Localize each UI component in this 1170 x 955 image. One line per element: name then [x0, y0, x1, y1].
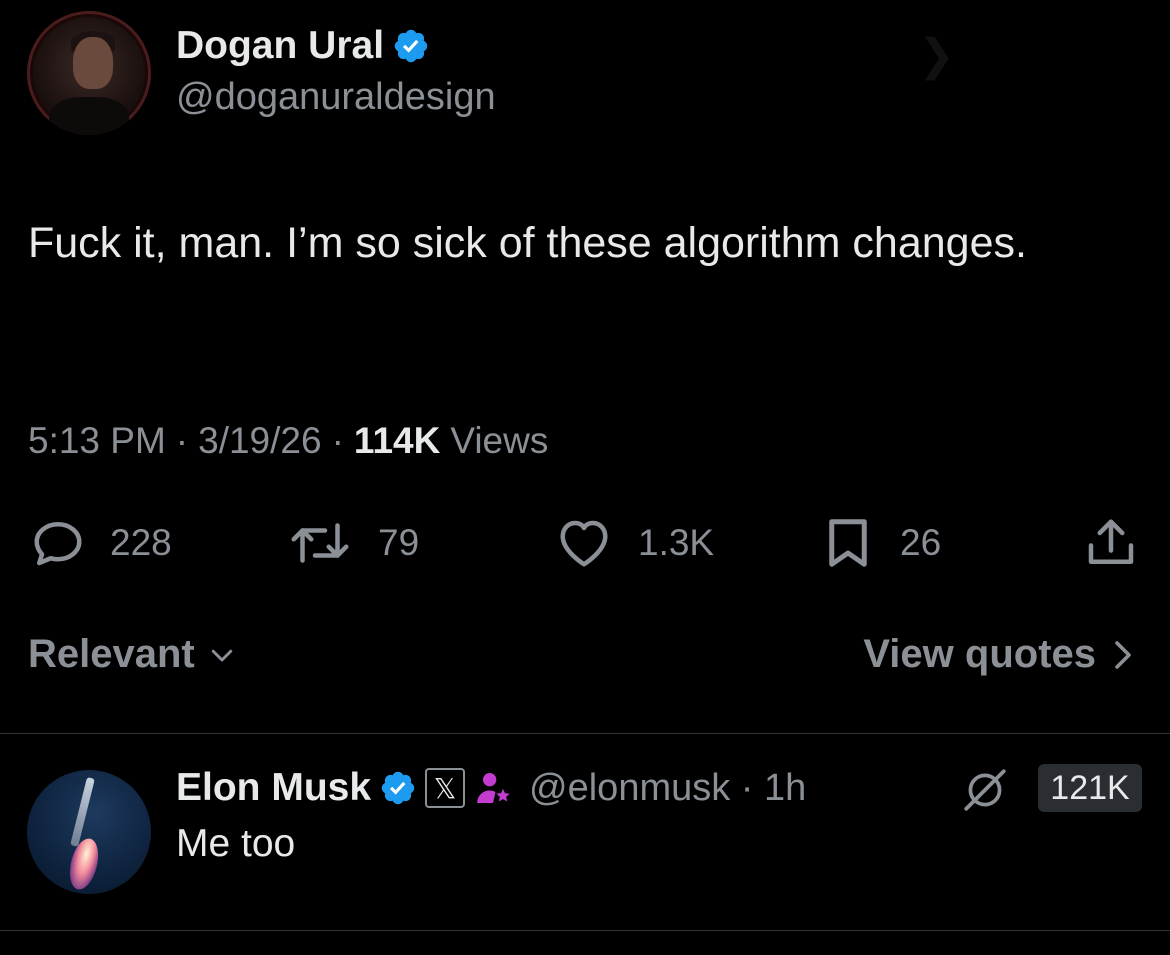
reply-author-name[interactable]: Elon Musk — [176, 766, 371, 810]
tweet-date: 3/19/26 — [198, 420, 322, 461]
bookmark-icon — [829, 519, 867, 567]
author-name[interactable]: Dogan Ural — [176, 24, 384, 68]
author-name-row[interactable]: Dogan Ural — [176, 24, 430, 68]
reply-handle-time[interactable]: @elonmusk · 1h — [529, 767, 806, 810]
meta-separator: · — [175, 420, 189, 461]
repost-icon — [291, 523, 349, 563]
like-count: 1.3K — [638, 522, 715, 563]
reply-count: 228 — [110, 522, 172, 563]
view-quotes-link[interactable]: View quotes — [863, 632, 1134, 677]
verified-badge-icon — [381, 771, 415, 805]
bookmark-count: 26 — [900, 522, 942, 563]
repost-count: 79 — [378, 522, 420, 563]
heart-icon — [560, 520, 608, 567]
views-label: Views — [450, 420, 549, 461]
tweet-text: Fuck it, man. I’m so sick of these algor… — [28, 219, 1027, 267]
reply-sort-dropdown[interactable]: Relevant — [28, 632, 239, 677]
avatar-rocket — [70, 777, 95, 847]
like-button[interactable]: 1.3K — [552, 508, 714, 578]
repost-button[interactable]: 79 — [284, 508, 419, 578]
reply-header: Elon Musk 𝕏 @elonmusk · 1h — [176, 765, 806, 811]
avatar-body — [49, 97, 129, 135]
chevron-down-icon — [211, 649, 232, 661]
views-count[interactable]: 114K — [354, 420, 440, 462]
author-handle[interactable]: @doganuraldesign — [176, 76, 496, 119]
reply-view-count[interactable]: 121K — [1038, 764, 1142, 812]
tweet-time: 5:13 PM — [28, 420, 166, 461]
bottom-divider — [0, 930, 1170, 931]
analytics-icon[interactable] — [960, 765, 1010, 815]
author-avatar[interactable] — [27, 11, 151, 135]
section-divider — [0, 733, 1170, 734]
meta-separator: · — [331, 420, 344, 461]
tweet-actions: 228 79 1.3K 26 — [0, 508, 1170, 578]
view-quotes-label: View quotes — [863, 632, 1096, 676]
verified-badge-icon — [394, 29, 428, 63]
reply-button[interactable]: 228 — [28, 508, 172, 578]
share-button[interactable] — [1080, 508, 1142, 578]
reply-icon — [34, 522, 82, 566]
share-icon — [1088, 519, 1134, 564]
x-affiliate-badge-icon: 𝕏 — [425, 768, 466, 808]
bookmark-button[interactable]: 26 — [818, 508, 941, 578]
faded-header-logo: ❯ — [918, 31, 956, 80]
chevron-right-icon — [1115, 640, 1131, 669]
avatar-face — [73, 37, 113, 89]
sort-label: Relevant — [28, 632, 195, 676]
tweet-meta: 5:13 PM · 3/19/26 · 114K Views — [28, 420, 548, 462]
affiliate-person-icon — [477, 773, 510, 803]
reply-avatar[interactable] — [27, 770, 151, 894]
reply-text: Me too — [176, 822, 296, 865]
